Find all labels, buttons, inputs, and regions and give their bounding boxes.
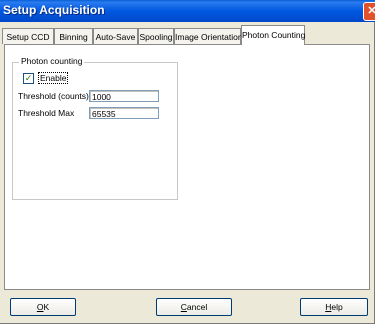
tab-panel: Photon counting ✓ Enable Threshold (coun…	[4, 44, 370, 290]
tab-spooling[interactable]: Spooling	[138, 28, 174, 44]
group-title: Photon counting	[19, 56, 85, 66]
help-button[interactable]: Help	[300, 298, 368, 316]
tab-setup-ccd[interactable]: Setup CCD	[2, 28, 54, 44]
ok-label-rest: K	[43, 302, 50, 312]
photon-counting-group: Photon counting ✓ Enable Threshold (coun…	[12, 56, 178, 200]
threshold-max-label: Threshold Max	[18, 108, 75, 118]
tab-image-orientation[interactable]: Image Orientation	[174, 28, 243, 44]
threshold-label: Threshold (counts)	[18, 91, 89, 101]
cancel-button[interactable]: Cancel	[156, 298, 232, 316]
close-icon[interactable]: ✕	[363, 2, 375, 21]
tab-binning[interactable]: Binning	[54, 28, 93, 44]
setup-acquisition-dialog: Setup Acquisition ✕ Setup CCD Binning Au…	[0, 0, 375, 324]
ok-button[interactable]: OK	[10, 298, 76, 316]
cancel-label-rest: ancel	[186, 302, 208, 312]
enable-checkbox[interactable]: ✓	[23, 73, 34, 84]
title-bar[interactable]: Setup Acquisition ✕	[0, 0, 375, 22]
tab-strip: Setup CCD Binning Auto-Save Spooling Ima…	[2, 25, 373, 45]
window-title: Setup Acquisition	[3, 3, 105, 17]
tab-auto-save[interactable]: Auto-Save	[93, 28, 138, 44]
help-label-rest: elp	[331, 302, 343, 312]
threshold-max-input[interactable]: 65535	[89, 107, 159, 119]
tab-photon-counting[interactable]: Photon Counting	[241, 25, 305, 45]
threshold-input[interactable]: 1000	[89, 90, 159, 102]
enable-label[interactable]: Enable	[38, 72, 69, 84]
